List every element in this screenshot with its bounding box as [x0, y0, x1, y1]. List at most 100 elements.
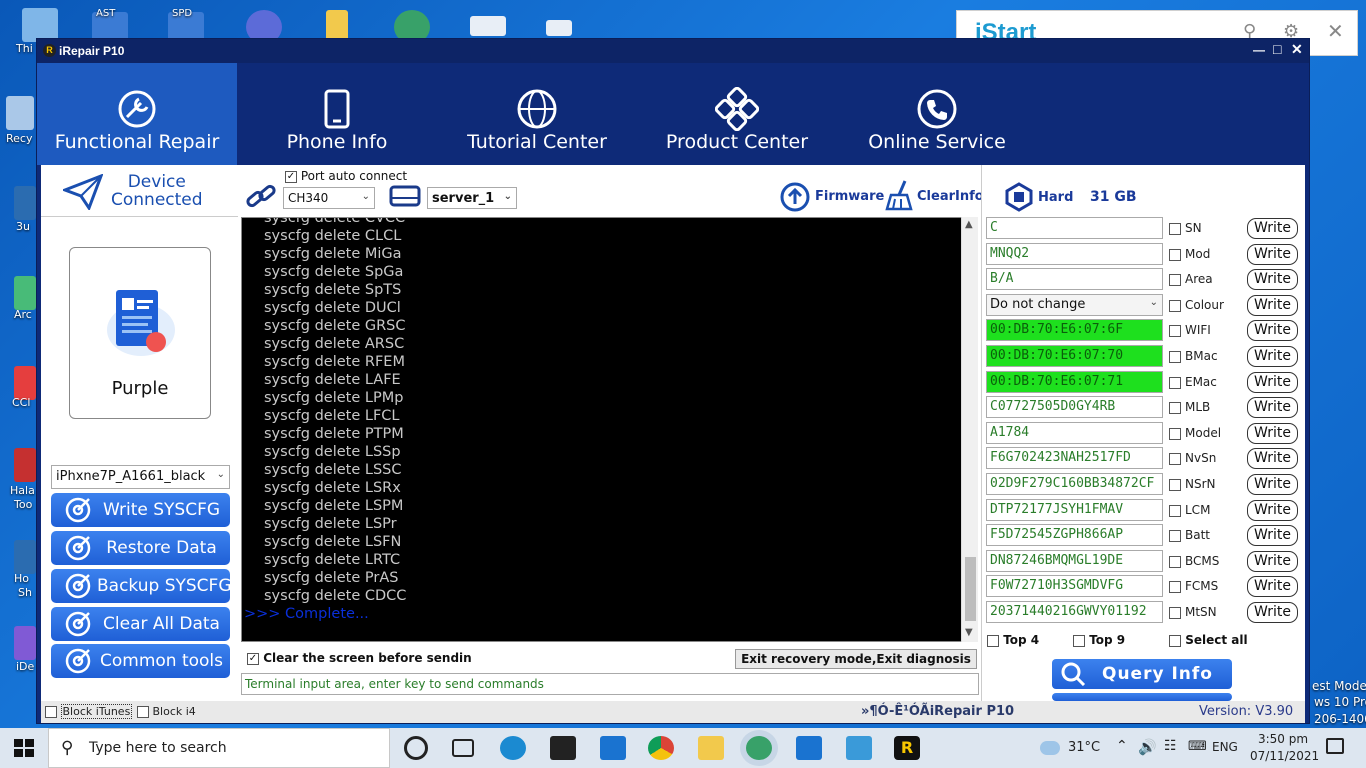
block-i4-option[interactable]: Block i4 [137, 705, 196, 718]
field-option-bcms[interactable]: BCMS [1169, 554, 1219, 568]
write-button[interactable]: Write [1247, 602, 1298, 623]
irepair-app-icon[interactable]: R [894, 736, 920, 760]
write-button[interactable]: Write [1247, 423, 1298, 444]
field-option-lcm[interactable]: LCM [1169, 503, 1210, 517]
clear-screen-checkbox[interactable]: ✓ [247, 652, 259, 665]
field-mod[interactable]: MNQQ2 [986, 243, 1163, 265]
field-fcms[interactable]: F0W72710H3SGMDVFG [986, 575, 1163, 597]
globe-app-icon[interactable] [746, 736, 772, 760]
field-option-bmac[interactable]: BMac [1169, 349, 1218, 363]
field-mtsn[interactable]: 20371440216GWVY01192 [986, 601, 1163, 623]
keyboard-icon[interactable]: ⌨ [1188, 739, 1207, 754]
field-checkbox[interactable] [1169, 401, 1181, 414]
this-pc-icon[interactable] [22, 8, 58, 42]
field-option-nsrn[interactable]: NSrN [1169, 477, 1216, 491]
notification-icon[interactable] [1326, 738, 1344, 754]
field-option-mlb[interactable]: MLB [1169, 400, 1210, 414]
field-checkbox[interactable] [1169, 222, 1181, 235]
device-card[interactable]: Purple [69, 247, 211, 419]
hala-icon[interactable] [14, 448, 36, 482]
field-option-sn[interactable]: SN [1169, 221, 1202, 235]
write-button[interactable]: Write [1247, 295, 1298, 316]
field-option-nvsn[interactable]: NvSn [1169, 451, 1216, 465]
field-option-colour[interactable]: Colour [1169, 298, 1224, 312]
write-button[interactable]: Write [1247, 372, 1298, 393]
field-wifi[interactable]: 00:DB:70:E6:07:6F [986, 319, 1163, 341]
colour-select[interactable]: Do not change ⌄ [986, 294, 1163, 316]
field-option-area[interactable]: Area [1169, 272, 1213, 286]
mail-icon[interactable] [600, 736, 626, 760]
windows-start-icon[interactable] [14, 739, 34, 757]
port-auto-connect[interactable]: ✓ Port auto connect [285, 169, 407, 183]
write-button[interactable]: Write [1247, 525, 1298, 546]
field-checkbox[interactable] [1169, 427, 1181, 440]
field-option-mtsn[interactable]: MtSN [1169, 605, 1217, 619]
model-select[interactable]: iPhxne7P_A1661_black ⌄ [51, 465, 230, 489]
write-button[interactable]: Write [1247, 244, 1298, 265]
clear-screen-option[interactable]: ✓ Clear the screen before sendin [247, 651, 472, 665]
field-checkbox[interactable] [1169, 606, 1181, 619]
ho-icon[interactable] [14, 540, 36, 574]
firmware-upload-icon[interactable] [779, 181, 811, 213]
block-itunes-option[interactable]: Block iTunes [45, 704, 133, 719]
nav-online-service[interactable]: Online Service [837, 63, 1037, 165]
top4-option[interactable]: Top 4 [987, 633, 1039, 647]
minimize-button[interactable]: — [1253, 43, 1265, 57]
field-mlb[interactable]: C07727505D0GY4RB [986, 396, 1163, 418]
close-icon[interactable]: ✕ [1327, 19, 1344, 43]
field-option-batt[interactable]: Batt [1169, 528, 1210, 542]
query-info-button[interactable]: Query Info [1052, 659, 1232, 689]
field-checkbox[interactable] [1169, 529, 1181, 542]
top9-option[interactable]: Top 9 [1073, 633, 1125, 647]
recycle-bin-icon[interactable] [6, 96, 34, 130]
select-all-option[interactable]: Select all [1169, 633, 1248, 647]
arc-icon[interactable] [14, 276, 36, 310]
ccleaner-icon[interactable] [14, 366, 36, 400]
clearinfo-button[interactable]: ClearInfo [917, 189, 984, 204]
scroll-thumb[interactable] [965, 557, 976, 621]
field-checkbox[interactable] [1169, 555, 1181, 568]
select-all-checkbox[interactable] [1169, 634, 1181, 647]
task-view-icon[interactable] [452, 739, 474, 757]
firmware-button[interactable]: Firmware [815, 189, 884, 204]
field-sn[interactable]: C [986, 217, 1163, 239]
volume-icon[interactable]: 🔊 [1138, 738, 1157, 756]
write-button[interactable]: Write [1247, 269, 1298, 290]
write-button[interactable]: Write [1247, 551, 1298, 572]
write-button[interactable]: Write [1247, 320, 1298, 341]
write-button[interactable]: Write [1247, 346, 1298, 367]
terminal-input[interactable]: Terminal input area, enter key to send c… [241, 673, 979, 695]
network-app-icon[interactable] [846, 736, 872, 760]
terminal-output[interactable]: syscfg delete CVCC syscfg delete CLCL sy… [241, 217, 978, 642]
field-checkbox[interactable] [1169, 324, 1181, 337]
field-checkbox[interactable] [1169, 376, 1181, 389]
field-nsrn[interactable]: 02D9F279C160BB34872CF [986, 473, 1163, 495]
nav-phone-info[interactable]: Phone Info [237, 63, 437, 165]
field-bcms[interactable]: DN87246BMQMGL19DE [986, 550, 1163, 572]
tray-chevron-icon[interactable]: ⌃ [1116, 738, 1128, 754]
field-option-wifi[interactable]: WIFI [1169, 323, 1211, 337]
top4-checkbox[interactable] [987, 634, 999, 647]
field-option-fcms[interactable]: FCMS [1169, 579, 1218, 593]
write-button[interactable]: Write [1247, 448, 1298, 469]
field-checkbox[interactable] [1169, 504, 1181, 517]
field-option-emac[interactable]: EMac [1169, 375, 1217, 389]
nav-functional-repair[interactable]: Functional Repair [37, 63, 237, 165]
terminal-scrollbar[interactable]: ▲ ▼ [961, 217, 978, 642]
port-select[interactable]: CH340 ⌄ [283, 187, 375, 209]
maximize-button[interactable]: □ [1273, 41, 1281, 57]
top9-checkbox[interactable] [1073, 634, 1085, 647]
scroll-down-icon[interactable]: ▼ [965, 627, 973, 638]
field-option-mod[interactable]: Mod [1169, 247, 1210, 261]
block-i4-checkbox[interactable] [137, 706, 149, 718]
clock-time[interactable]: 3:50 pm [1250, 732, 1316, 746]
block-itunes-checkbox[interactable] [45, 706, 57, 718]
doc2-app-icon[interactable] [546, 20, 572, 36]
broom-icon[interactable] [885, 179, 915, 211]
write-button[interactable]: Write [1247, 576, 1298, 597]
field-checkbox[interactable] [1169, 350, 1181, 363]
clock-date[interactable]: 07/11/2021 [1250, 749, 1319, 763]
chrome-icon[interactable] [648, 736, 674, 760]
3u-app-icon[interactable] [796, 736, 822, 760]
network-icon[interactable]: ☷ [1164, 738, 1177, 754]
